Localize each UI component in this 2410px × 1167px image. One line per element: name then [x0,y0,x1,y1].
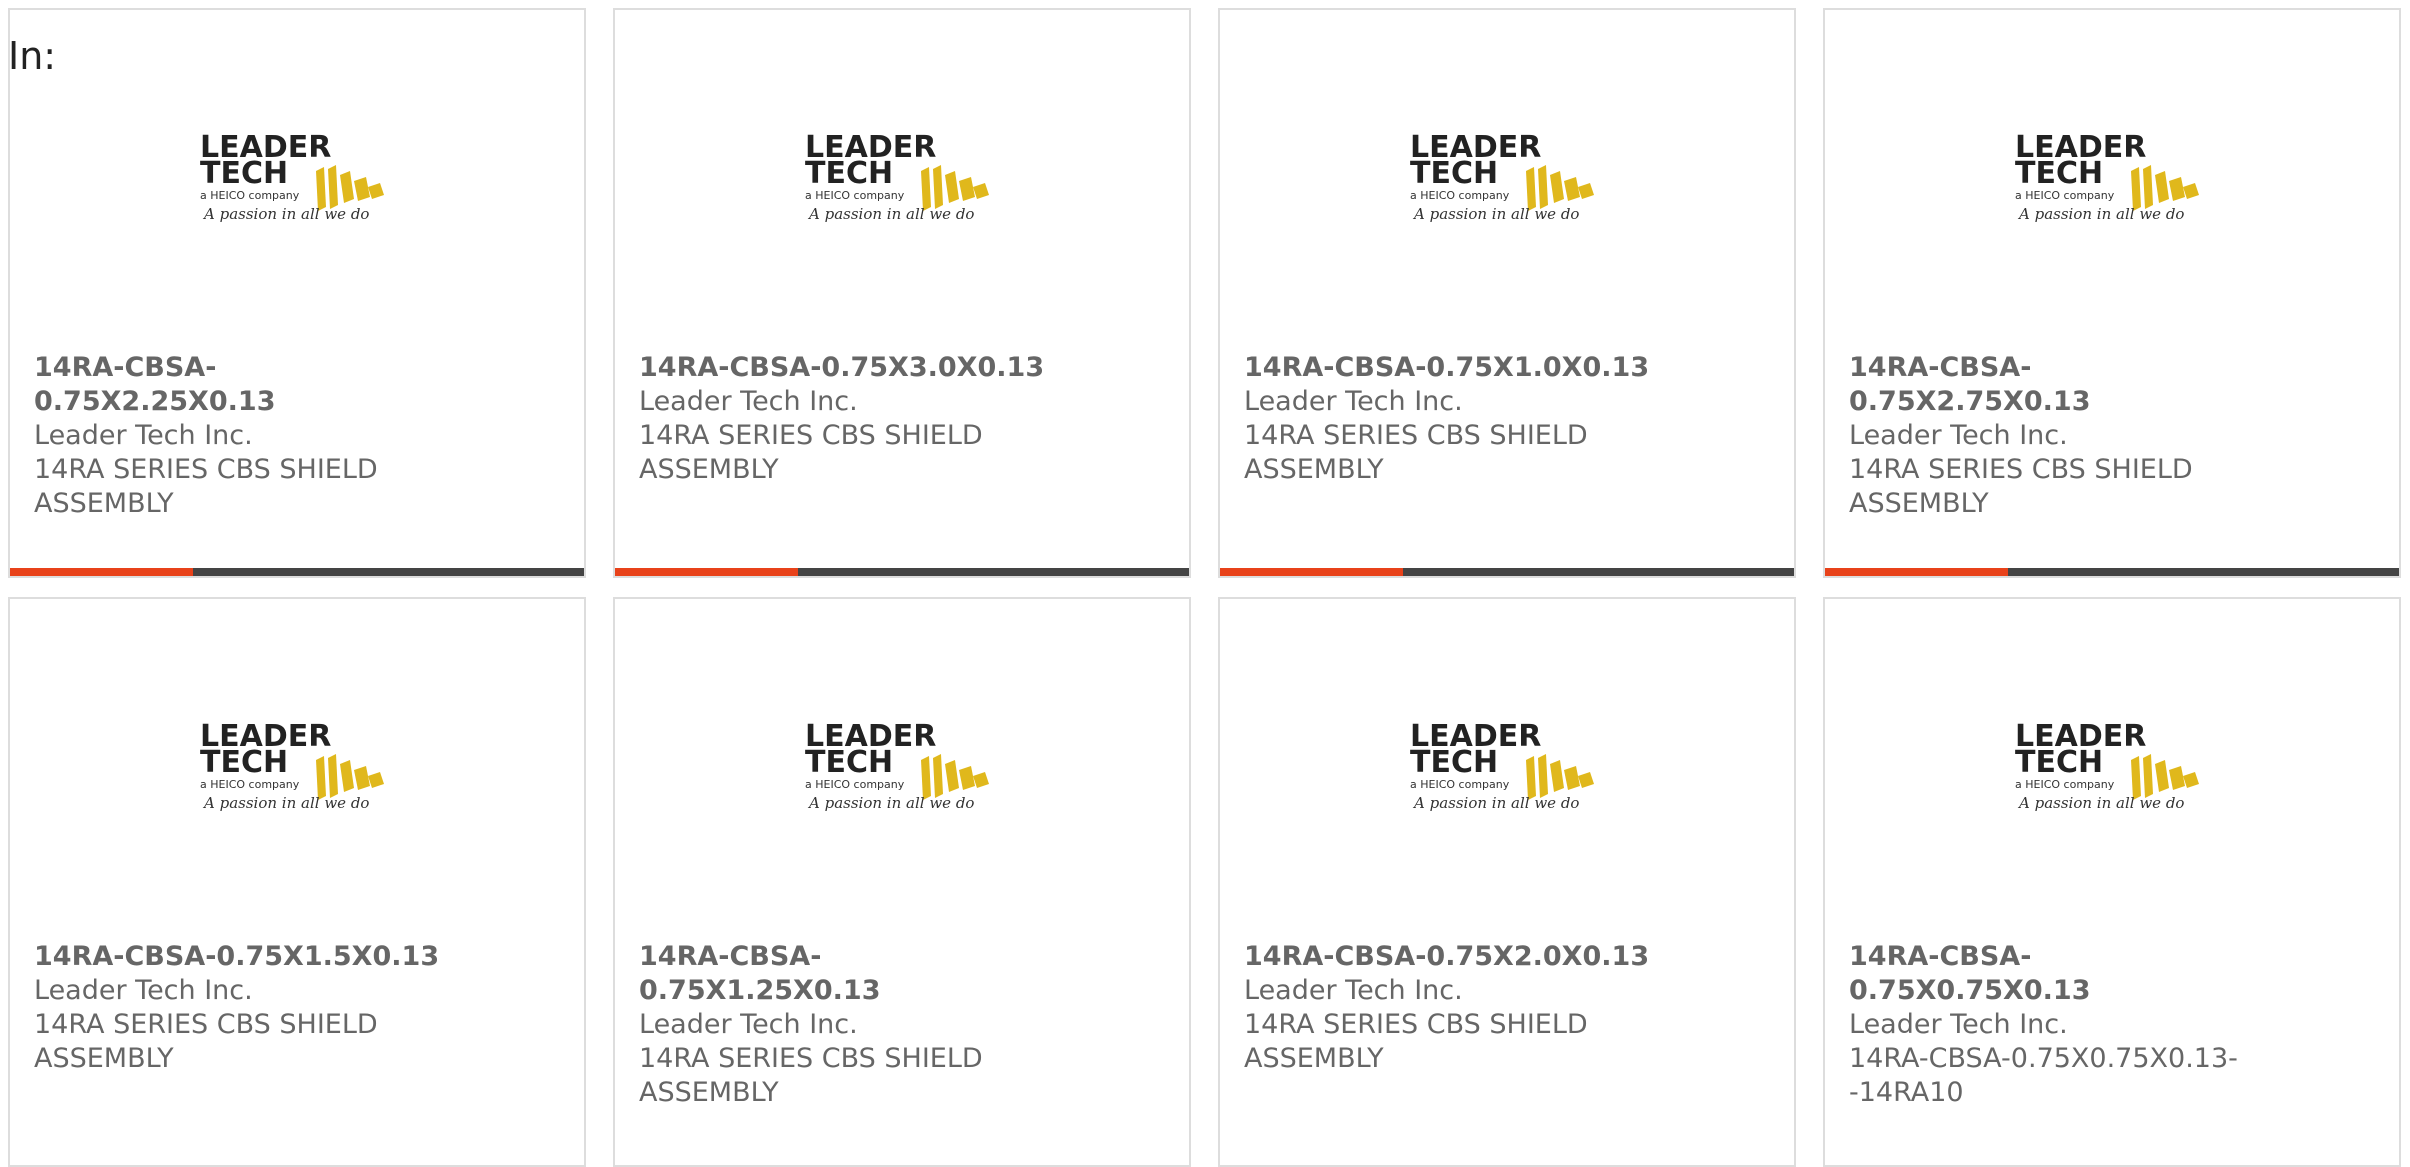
svg-text:a HEICO company: a HEICO company [200,189,300,202]
svg-text:a HEICO company: a HEICO company [805,189,905,202]
part-number[interactable]: 14RA-CBSA-0.75X2.0X0.13 [1244,940,1664,974]
product-info: 14RA-CBSA-0.75X2.25X0.13 Leader Tech Inc… [34,351,454,521]
part-number[interactable]: 14RA-CBSA-0.75X2.25X0.13 [34,351,454,419]
product-description: 14RA SERIES CBS SHIELD ASSEMBLY [34,454,378,519]
part-number[interactable]: 14RA-CBSA-0.75X1.25X0.13 [639,940,1059,1008]
leader-tech-logo: LEADER TECH a HEICO company A passion in… [803,129,1013,229]
leader-tech-logo: LEADER TECH a HEICO company A passion in… [803,718,1013,818]
card-bottom-bar [1220,568,1794,576]
product-card[interactable]: LEADER TECH a HEICO company A passion in… [1218,8,1796,578]
product-card[interactable]: LEADER TECH a HEICO company A passion in… [613,597,1191,1167]
manufacturer-name: Leader Tech Inc. [34,975,253,1006]
manufacturer-name: Leader Tech Inc. [34,420,253,451]
product-info: 14RA-CBSA-0.75X0.75X0.13 Leader Tech Inc… [1849,940,2269,1110]
product-info: 14RA-CBSA-0.75X1.0X0.13 Leader Tech Inc.… [1244,351,1664,487]
svg-text:TECH: TECH [200,745,288,780]
product-card[interactable]: LEADER TECH a HEICO company A passion in… [1823,8,2401,578]
svg-text:TECH: TECH [200,156,288,191]
product-description: 14RA SERIES CBS SHIELD ASSEMBLY [639,420,983,485]
part-number[interactable]: 14RA-CBSA-0.75X2.75X0.13 [1849,351,2269,419]
leader-tech-logo: LEADER TECH a HEICO company A passion in… [1408,129,1618,229]
leader-tech-logo: LEADER TECH a HEICO company A passion in… [198,718,408,818]
manufacturer-name: Leader Tech Inc. [639,1009,858,1040]
in-label: In: [8,34,57,78]
card-accent-bar [10,568,193,576]
card-bottom-bar [10,568,584,576]
product-info: 14RA-CBSA-0.75X3.0X0.13 Leader Tech Inc.… [639,351,1059,487]
part-number[interactable]: 14RA-CBSA-0.75X3.0X0.13 [639,351,1059,385]
leader-tech-logo: LEADER TECH a HEICO company A passion in… [198,129,408,229]
svg-text:A passion in all we do: A passion in all we do [1412,205,1579,223]
svg-text:A passion in all we do: A passion in all we do [2017,205,2184,223]
part-number[interactable]: 14RA-CBSA-0.75X0.75X0.13 [1849,940,2269,1008]
product-description: 14RA SERIES CBS SHIELD ASSEMBLY [1244,420,1588,485]
svg-text:TECH: TECH [1410,156,1498,191]
product-card[interactable]: LEADER TECH a HEICO company A passion in… [1218,597,1796,1167]
svg-text:TECH: TECH [805,745,893,780]
svg-text:a HEICO company: a HEICO company [2015,189,2115,202]
product-info: 14RA-CBSA-0.75X2.75X0.13 Leader Tech Inc… [1849,351,2269,521]
svg-text:a HEICO company: a HEICO company [805,778,905,791]
product-info: 14RA-CBSA-0.75X1.5X0.13 Leader Tech Inc.… [34,940,454,1076]
manufacturer-name: Leader Tech Inc. [1849,1009,2068,1040]
card-bottom-bar [1825,568,2399,576]
leader-tech-logo: LEADER TECH a HEICO company A passion in… [1408,718,1618,818]
manufacturer-name: Leader Tech Inc. [1244,975,1463,1006]
product-info: 14RA-CBSA-0.75X2.0X0.13 Leader Tech Inc.… [1244,940,1664,1076]
card-bottom-bar [615,568,1189,576]
card-accent-bar [1220,568,1403,576]
product-description: 14RA SERIES CBS SHIELD ASSEMBLY [639,1043,983,1108]
product-description: 14RA SERIES CBS SHIELD ASSEMBLY [1849,454,2193,519]
svg-text:a HEICO company: a HEICO company [1410,189,1510,202]
product-card[interactable]: LEADER TECH a HEICO company A passion in… [1823,597,2401,1167]
svg-text:a HEICO company: a HEICO company [200,778,300,791]
svg-text:TECH: TECH [2015,156,2103,191]
svg-text:A passion in all we do: A passion in all we do [202,205,369,223]
svg-text:A passion in all we do: A passion in all we do [202,794,369,812]
svg-text:TECH: TECH [2015,745,2103,780]
svg-text:a HEICO company: a HEICO company [1410,778,1510,791]
leader-tech-logo: LEADER TECH a HEICO company A passion in… [2013,129,2223,229]
product-description: 14RA SERIES CBS SHIELD ASSEMBLY [34,1009,378,1074]
product-grid: LEADER TECH a HEICO company A passion in… [8,8,2402,1167]
manufacturer-name: Leader Tech Inc. [1244,386,1463,417]
product-info: 14RA-CBSA-0.75X1.25X0.13 Leader Tech Inc… [639,940,1059,1110]
card-accent-bar [1825,568,2008,576]
product-card[interactable]: LEADER TECH a HEICO company A passion in… [8,8,586,578]
svg-text:A passion in all we do: A passion in all we do [1412,794,1579,812]
product-description: 14RA-CBSA-0.75X0.75X0.13--14RA10 [1849,1043,2238,1108]
part-number[interactable]: 14RA-CBSA-0.75X1.0X0.13 [1244,351,1664,385]
product-card[interactable]: LEADER TECH a HEICO company A passion in… [613,8,1191,578]
product-description: 14RA SERIES CBS SHIELD ASSEMBLY [1244,1009,1588,1074]
svg-text:A passion in all we do: A passion in all we do [807,794,974,812]
svg-text:TECH: TECH [805,156,893,191]
leader-tech-logo: LEADER TECH a HEICO company A passion in… [2013,718,2223,818]
card-accent-bar [615,568,798,576]
svg-text:A passion in all we do: A passion in all we do [807,205,974,223]
svg-text:A passion in all we do: A passion in all we do [2017,794,2184,812]
svg-text:TECH: TECH [1410,745,1498,780]
manufacturer-name: Leader Tech Inc. [639,386,858,417]
product-card[interactable]: LEADER TECH a HEICO company A passion in… [8,597,586,1167]
manufacturer-name: Leader Tech Inc. [1849,420,2068,451]
part-number[interactable]: 14RA-CBSA-0.75X1.5X0.13 [34,940,454,974]
svg-text:a HEICO company: a HEICO company [2015,778,2115,791]
